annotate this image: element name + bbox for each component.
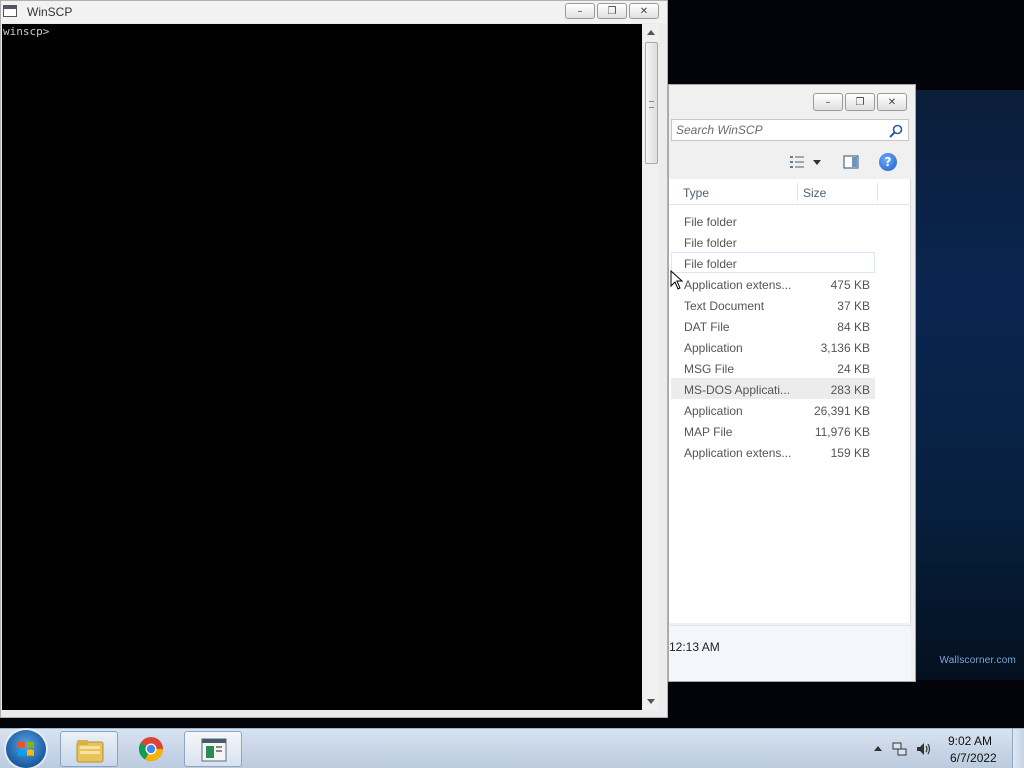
desktop: Wallscorner.com – ❐ ✕ ?	[0, 0, 1024, 728]
search-box[interactable]	[671, 119, 909, 141]
scroll-down-arrow-icon[interactable]	[647, 699, 655, 704]
list-item[interactable]: File folder	[671, 210, 875, 231]
winscp-icon	[201, 738, 227, 762]
close-button[interactable]: ✕	[629, 3, 659, 19]
minimize-button[interactable]: –	[565, 3, 595, 19]
explorer-icon	[76, 740, 104, 763]
wallpaper-watermark: Wallscorner.com	[939, 655, 1016, 666]
file-type: Application	[684, 341, 743, 355]
file-type: DAT File	[684, 320, 730, 334]
file-type: File folder	[684, 215, 737, 229]
file-type: Application	[684, 404, 743, 418]
column-header-size[interactable]: Size	[803, 186, 826, 200]
system-tray: 9:02 AM 6/7/2022	[864, 729, 1024, 768]
change-view-icon[interactable]	[789, 155, 805, 169]
scrollbar-thumb[interactable]	[645, 42, 658, 164]
file-size: 475 KB	[830, 278, 870, 292]
file-size: 26,391 KB	[813, 404, 870, 418]
console-output-area[interactable]: winscp>	[2, 24, 642, 710]
details-pane: 12:13 AM	[669, 625, 911, 681]
details-modified-time: 12:13 AM	[669, 640, 720, 654]
search-icon[interactable]	[888, 123, 904, 139]
explorer-window-controls: – ❐ ✕	[813, 93, 907, 111]
list-item[interactable]: MS-DOS Applicati... 283 KB	[671, 378, 875, 399]
column-divider[interactable]	[797, 183, 798, 201]
start-button[interactable]	[6, 730, 46, 768]
explorer-minimize-button[interactable]: –	[813, 93, 843, 111]
file-type: MAP File	[684, 425, 733, 439]
file-type: File folder	[684, 236, 737, 250]
windows-logo-icon	[18, 741, 34, 756]
file-type: Application extens...	[684, 278, 792, 292]
file-size: 84 KB	[837, 320, 870, 334]
file-size: 159 KB	[830, 446, 870, 460]
explorer-close-button[interactable]: ✕	[877, 93, 907, 111]
view-dropdown-chevron-icon[interactable]	[813, 160, 821, 165]
list-item[interactable]: Application 3,136 KB	[671, 336, 875, 357]
explorer-window[interactable]: – ❐ ✕ ? Type	[668, 84, 916, 682]
clock-date[interactable]: 6/7/2022	[950, 751, 997, 765]
list-item[interactable]: Application 26,391 KB	[671, 399, 875, 420]
list-item[interactable]: File folder	[671, 231, 875, 252]
list-item[interactable]: File folder	[671, 252, 875, 273]
winscp-console-window[interactable]: WinSCP – ❐ ✕ winscp>	[0, 0, 668, 718]
search-input[interactable]	[676, 123, 886, 137]
taskbar-chrome-button[interactable]	[122, 731, 180, 767]
explorer-toolbar: ?	[671, 151, 911, 175]
restore-button[interactable]: ❐	[597, 3, 627, 19]
file-type: File folder	[684, 257, 737, 271]
column-header-type[interactable]: Type	[683, 186, 709, 200]
file-size: 283 KB	[830, 383, 870, 397]
mouse-cursor-icon	[670, 270, 684, 290]
volume-icon[interactable]	[916, 741, 932, 757]
taskbar-winscp-button[interactable]	[184, 731, 242, 767]
list-item[interactable]: Application extens... 475 KB	[671, 273, 875, 294]
file-size: 3,136 KB	[820, 341, 870, 355]
scroll-up-arrow-icon[interactable]	[647, 30, 655, 35]
console-window-controls: – ❐ ✕	[565, 3, 659, 19]
explorer-restore-button[interactable]: ❐	[845, 93, 875, 111]
list-item[interactable]: Application extens... 159 KB	[671, 441, 875, 462]
console-title-bar[interactable]: WinSCP – ❐ ✕	[1, 1, 667, 23]
taskbar: 9:02 AM 6/7/2022	[0, 728, 1024, 768]
list-item[interactable]: Text Document 37 KB	[671, 294, 875, 315]
help-icon[interactable]: ?	[879, 153, 897, 171]
column-divider[interactable]	[877, 183, 878, 201]
file-size: 24 KB	[837, 362, 870, 376]
list-item[interactable]: DAT File 84 KB	[671, 315, 875, 336]
file-type: MS-DOS Applicati...	[684, 383, 791, 397]
chrome-icon	[138, 737, 163, 762]
window-title: WinSCP	[27, 5, 73, 19]
column-headers: Type Size	[669, 179, 911, 205]
file-type: Application extens...	[684, 446, 792, 460]
file-type: MSG File	[684, 362, 735, 376]
list-item[interactable]: MAP File 11,976 KB	[671, 420, 875, 441]
file-rows: File folder File folder File folder Applica…	[669, 210, 911, 462]
network-icon[interactable]	[892, 741, 908, 757]
preview-pane-icon[interactable]	[843, 155, 859, 169]
command-prompt: winscp>	[3, 25, 50, 38]
show-desktop-button[interactable]	[1012, 729, 1024, 768]
vertical-scrollbar[interactable]	[643, 24, 659, 710]
console-app-icon[interactable]	[3, 5, 17, 17]
file-size: 11,976 KB	[814, 425, 870, 439]
show-hidden-icons-icon[interactable]	[874, 746, 882, 751]
file-size: 37 KB	[837, 299, 870, 313]
list-item[interactable]: MSG File 24 KB	[671, 357, 875, 378]
taskbar-explorer-button[interactable]	[60, 731, 118, 767]
file-list: Type Size File folder File folder File fol…	[669, 179, 911, 623]
file-type: Text Document	[684, 299, 765, 313]
clock-time[interactable]: 9:02 AM	[948, 734, 992, 748]
